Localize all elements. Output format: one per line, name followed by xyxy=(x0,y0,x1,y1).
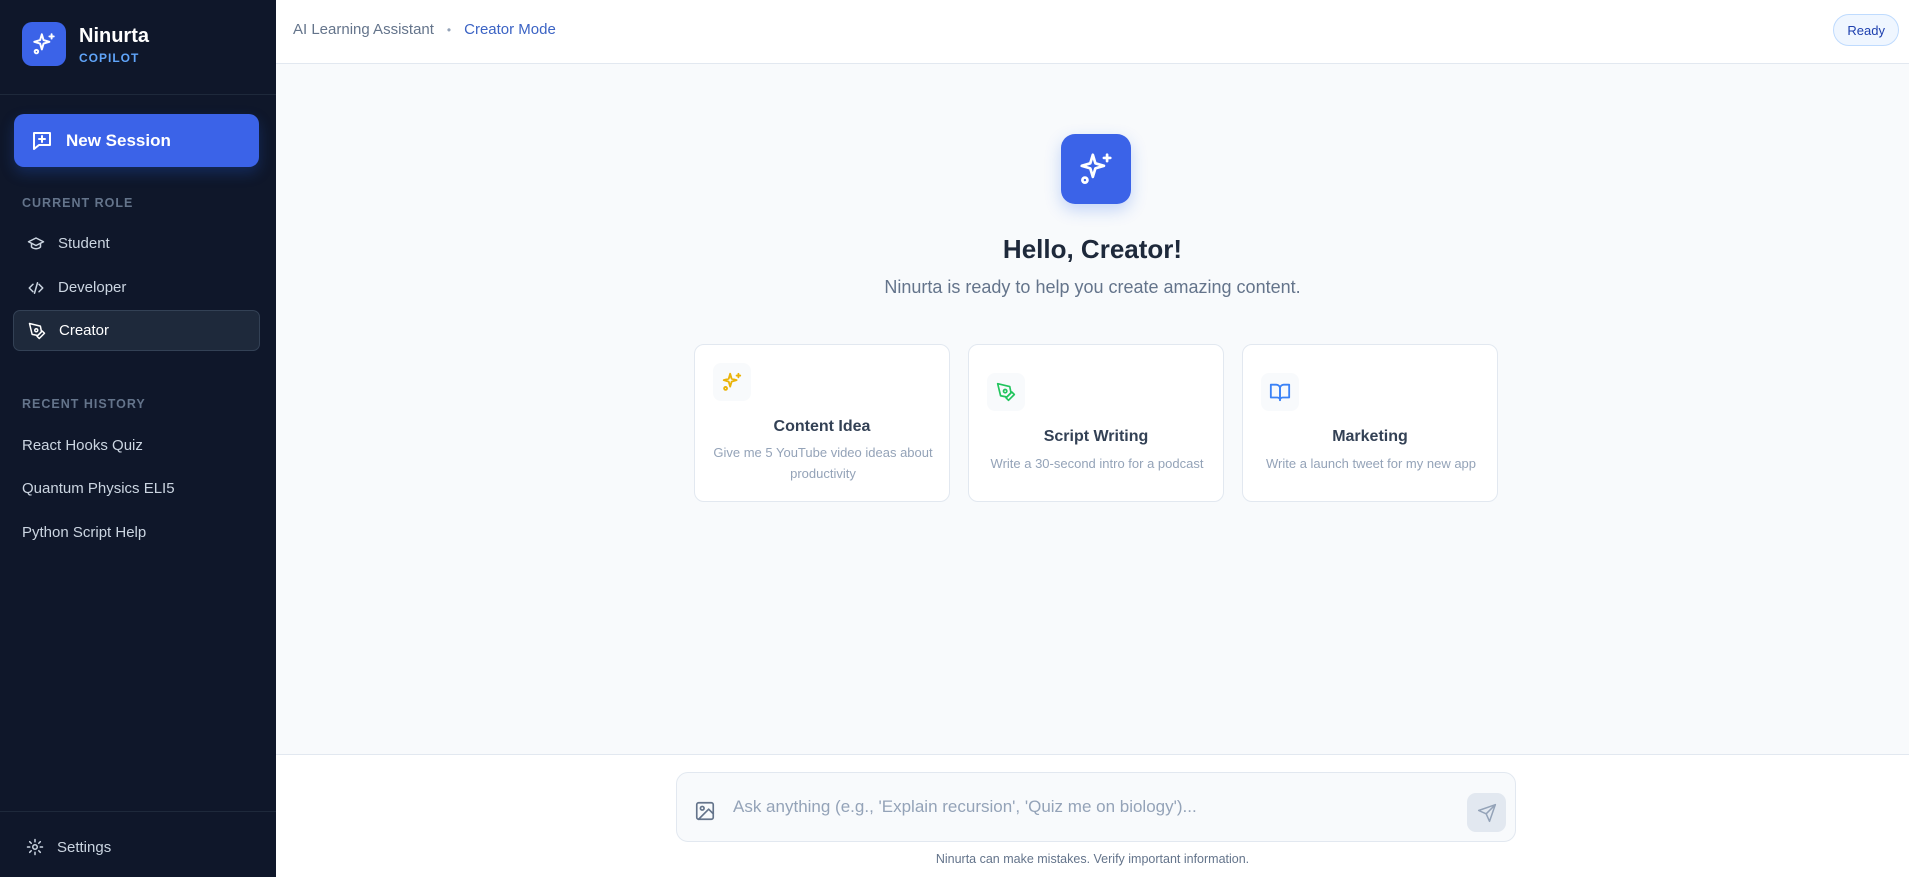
history-item[interactable]: Python Script Help xyxy=(22,524,146,541)
brand-subtitle: COPILOT xyxy=(79,50,140,65)
role-item-creator[interactable]: Creator xyxy=(13,310,260,351)
settings-label: Settings xyxy=(57,838,112,856)
role-label: Student xyxy=(58,235,110,252)
brand-name: Ninurta xyxy=(79,24,149,47)
history-item[interactable]: React Hooks Quiz xyxy=(22,437,143,454)
book-open-icon xyxy=(1261,373,1299,411)
suggestion-card-script-writing[interactable]: Script Writing Write a 30-second intro f… xyxy=(968,344,1224,502)
brand: Ninurta COPILOT xyxy=(22,22,149,66)
current-role-title: CURRENT ROLE xyxy=(22,196,134,210)
role-label: Creator xyxy=(59,322,110,339)
sparkles-icon xyxy=(22,22,66,66)
role-label: Developer xyxy=(58,279,127,296)
card-description: Write a launch tweet for my new app xyxy=(1265,456,1477,471)
suggestion-card-content-idea[interactable]: Content Idea Give me 5 YouTube video ide… xyxy=(694,344,950,502)
breadcrumb-app[interactable]: AI Learning Assistant xyxy=(293,21,434,38)
new-session-label: New Session xyxy=(66,130,171,150)
role-item-student[interactable]: Student xyxy=(13,223,260,264)
sidebar: Ninurta COPILOT New Session CURRENT ROLE… xyxy=(0,0,276,877)
history-item[interactable]: Quantum Physics ELI5 xyxy=(22,480,175,497)
pen-tool-icon xyxy=(987,373,1025,411)
sparkles-icon xyxy=(1061,134,1131,204)
card-description: Give me 5 YouTube video ideas about prod… xyxy=(713,445,933,481)
message-plus-icon xyxy=(30,129,54,153)
recent-history-title: RECENT HISTORY xyxy=(22,397,146,411)
card-title: Marketing xyxy=(1332,428,1408,445)
sparkles-icon xyxy=(713,363,751,401)
gear-icon xyxy=(26,838,44,856)
breadcrumb-mode: Creator Mode xyxy=(464,21,556,38)
status-badge: Ready xyxy=(1833,14,1899,46)
new-session-button[interactable]: New Session xyxy=(14,114,259,167)
divider xyxy=(0,94,276,95)
code-icon xyxy=(27,279,45,297)
greeting-subtitle: Ninurta is ready to help you create amaz… xyxy=(884,277,1301,297)
pen-tool-icon xyxy=(28,322,46,340)
card-description: Write a 30-second intro for a podcast xyxy=(990,456,1204,471)
settings-button[interactable]: Settings xyxy=(26,838,111,856)
greeting-title: Hello, Creator! xyxy=(1002,234,1183,264)
top-header: AI Learning Assistant • Creator Mode Rea… xyxy=(276,0,1909,64)
graduation-cap-icon xyxy=(27,235,45,253)
send-button[interactable] xyxy=(1467,793,1506,832)
disclaimer: Ninurta can make mistakes. Verify import… xyxy=(935,852,1250,866)
divider xyxy=(0,811,276,812)
breadcrumb: AI Learning Assistant • Creator Mode xyxy=(293,21,556,38)
role-item-developer[interactable]: Developer xyxy=(13,267,260,308)
card-title: Content Idea xyxy=(773,418,871,435)
breadcrumb-separator: • xyxy=(446,22,452,37)
chat-input[interactable] xyxy=(733,793,1453,821)
suggestion-card-marketing[interactable]: Marketing Write a launch tweet for my ne… xyxy=(1242,344,1498,502)
image-upload-icon[interactable] xyxy=(694,800,718,824)
send-icon xyxy=(1477,803,1496,822)
card-title: Script Writing xyxy=(1043,428,1149,445)
